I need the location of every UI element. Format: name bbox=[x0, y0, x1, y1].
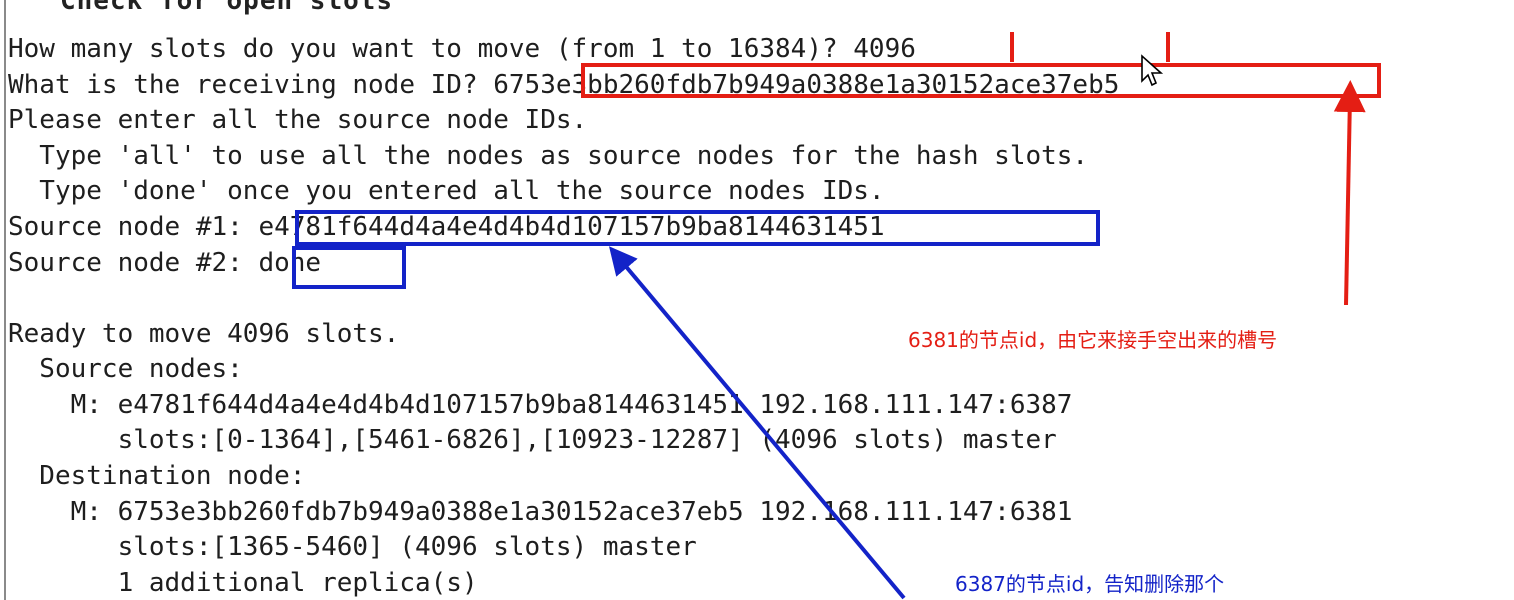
cutoff-heading-text: Check for open slots bbox=[60, 0, 394, 16]
receiving-node-id-highlight bbox=[581, 63, 1381, 98]
terminal-line-ready-to-move: Ready to move 4096 slots. bbox=[8, 319, 400, 349]
terminal-line-enter-source: Please enter all the source node IDs. bbox=[8, 105, 588, 135]
terminal-line-destination-slots: slots:[1365-5460] (4096 slots) master bbox=[8, 532, 697, 562]
terminal-line-destination-header: Destination node: bbox=[8, 461, 306, 491]
terminal-line-source-master: M: e4781f644d4a4e4d4b4d107157b9ba8144631… bbox=[8, 390, 1073, 420]
terminal-left-border bbox=[4, 0, 6, 600]
terminal-line-source-node-2: Source node #2: done bbox=[8, 248, 322, 278]
terminal-line-destination-master: M: 6753e3bb260fdb7b949a0388e1a30152ace37… bbox=[8, 497, 1073, 527]
source-node-1-highlight bbox=[295, 210, 1100, 246]
mouse-cursor-icon bbox=[1141, 54, 1164, 87]
red-annotation-text: 6381的节点id，由它来接手空出来的槽号 bbox=[908, 328, 1278, 352]
terminal-screenshot: Check for open slots How many slots do y… bbox=[0, 0, 1514, 600]
terminal-line-source-slots: slots:[0-1364],[5461-6826],[10923-12287]… bbox=[8, 425, 1057, 455]
terminal-line-type-all: Type 'all' to use all the nodes as sourc… bbox=[8, 141, 1089, 171]
terminal-line-source-nodes-header: Source nodes: bbox=[8, 354, 243, 384]
terminal-line-type-done: Type 'done' once you entered all the sou… bbox=[8, 176, 885, 206]
blue-annotation-text: 6387的节点id，告知删除那个 bbox=[955, 572, 1225, 596]
red-arrow bbox=[1333, 80, 1366, 306]
terminal-line-replicas: 1 additional replica(s) bbox=[8, 568, 478, 598]
source-node-2-done-highlight bbox=[292, 246, 406, 289]
terminal-line-slots-question: How many slots do you want to move (from… bbox=[8, 34, 916, 64]
